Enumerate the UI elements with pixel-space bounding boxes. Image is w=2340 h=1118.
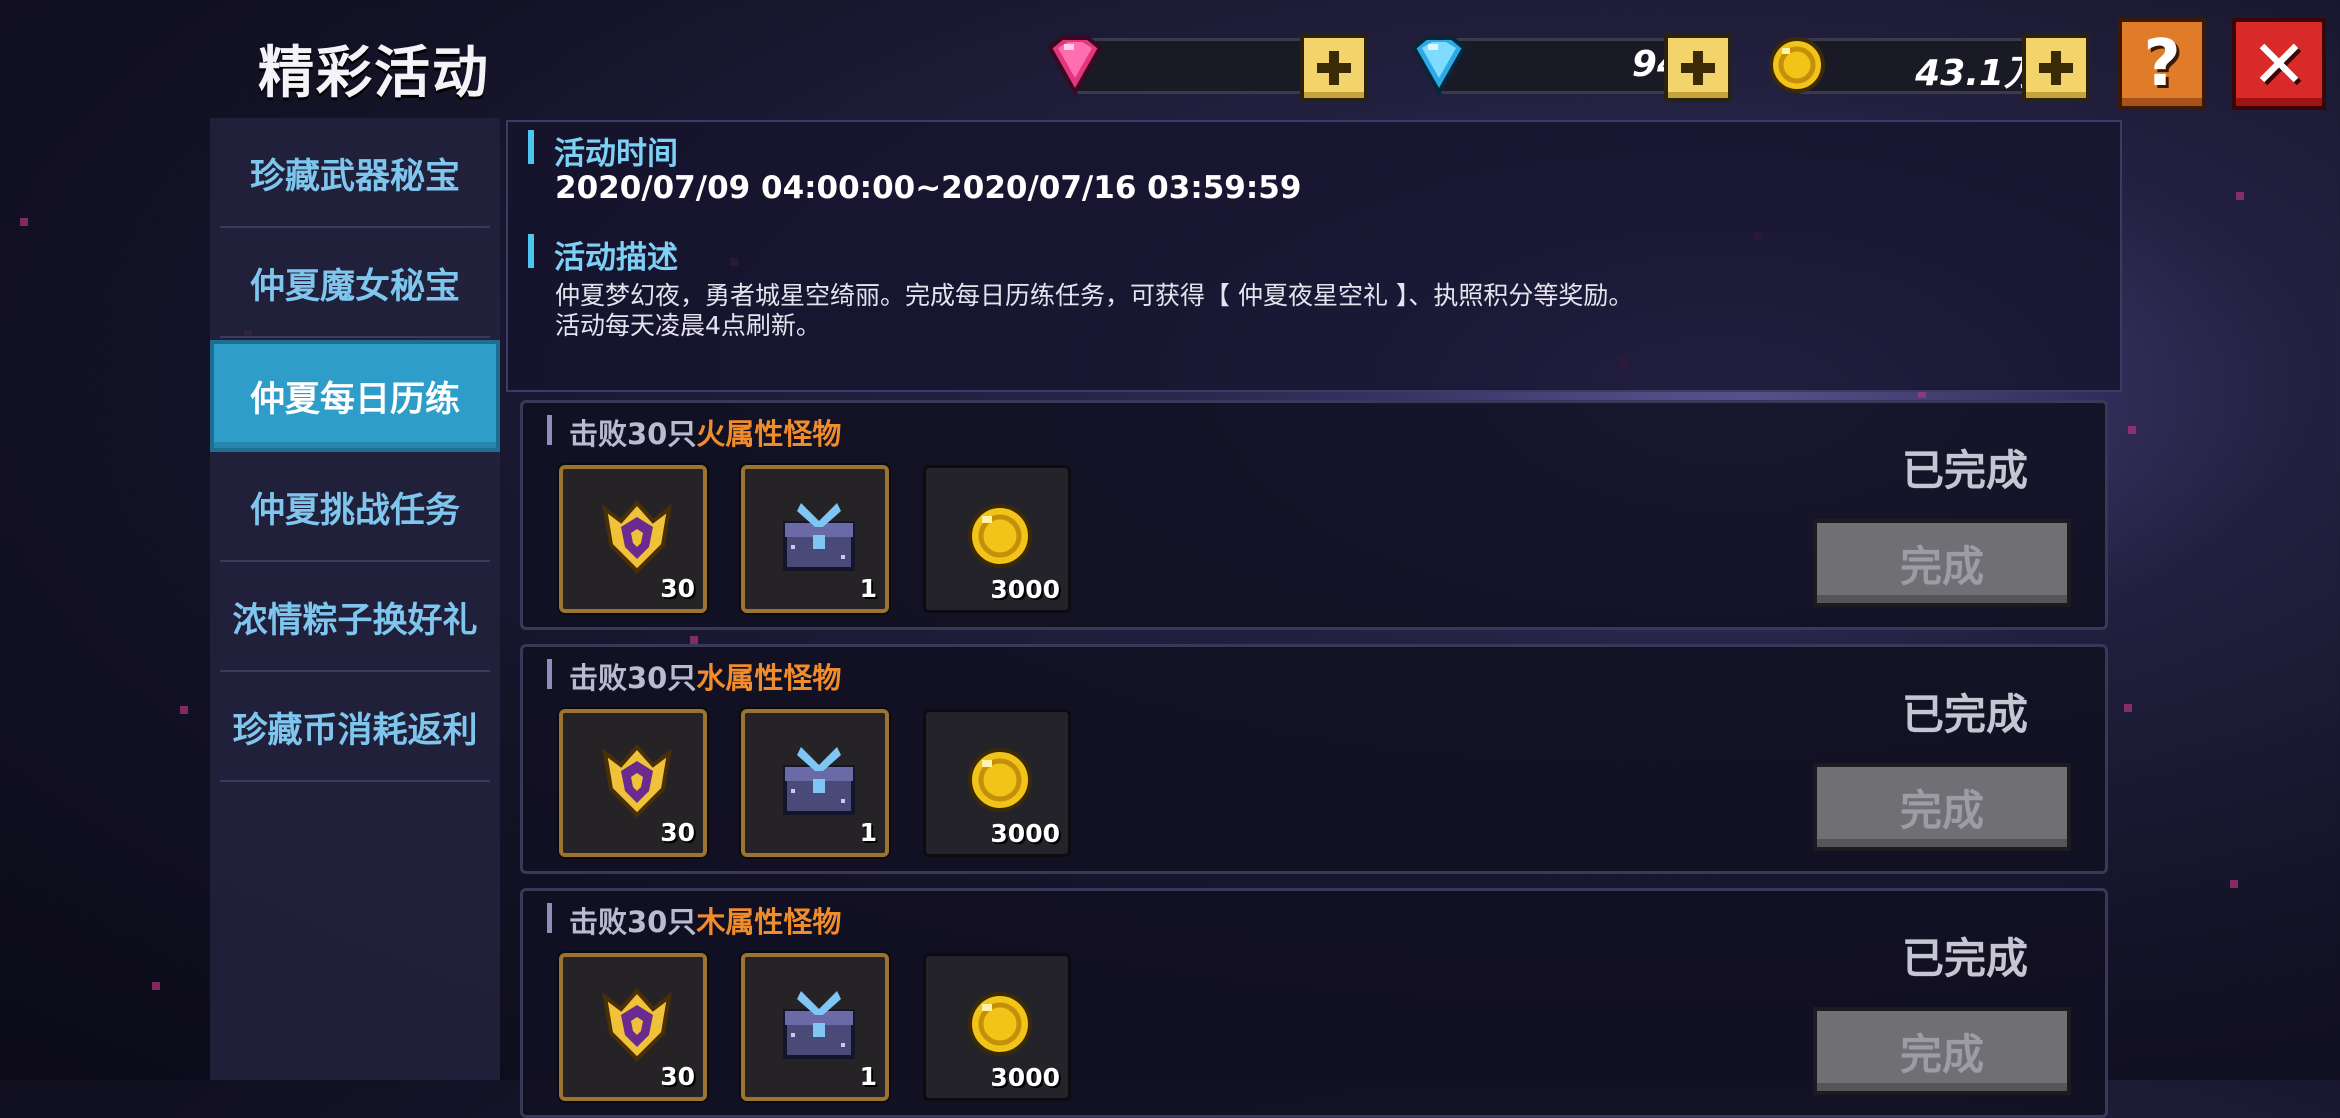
pink-gem-add-button[interactable] [1300,34,1368,102]
reward-slot[interactable]: 30 [559,953,707,1101]
sidebar-item-witch-treasure[interactable]: 仲夏魔女秘宝 [210,228,500,338]
sidebar-item-zongzi-exchange[interactable]: 浓情粽子换好礼 [210,562,500,672]
page-title: 精彩活动 [258,41,490,106]
gold-add-button[interactable] [2022,34,2090,102]
task-status: 已完成 [1901,934,2028,983]
reward-slot[interactable]: 1 [741,709,889,857]
reward-slot[interactable]: 30 [559,465,707,613]
reward-slot[interactable]: 30 [559,709,707,857]
reward-quantity: 1 [859,1062,877,1091]
gold-coin-icon [1769,37,1825,93]
task-title: 击败30只木属性怪物 [569,899,841,941]
reward-slot[interactable]: 3000 [923,465,1071,613]
blue-diamond-icon [1411,36,1467,96]
sidebar-item-challenge-tasks[interactable]: 仲夏挑战任务 [210,452,500,562]
sidebar-item-label: 浓情粽子换好礼 [232,600,478,641]
task-card: 击败30只火属性怪物 30 1 3000 已完成 完成 [520,400,2108,630]
section-marker [528,234,534,268]
reward-quantity: 30 [660,818,695,847]
help-button[interactable]: ? [2118,18,2206,110]
task-target: 木属性怪物 [696,905,842,939]
reward-quantity: 30 [660,1062,695,1091]
task-status: 已完成 [1901,690,2028,739]
shield-badge-icon [602,743,672,818]
task-prefix: 击败30只 [569,661,697,695]
gold-counter: 43.1万 [1766,34,2090,102]
blue-gem-value: 94 [1631,44,1682,85]
task-card: 击败30只水属性怪物 30 1 3000 已完成 完成 [520,644,2108,874]
sidebar-item-label: 仲夏每日历练 [249,379,460,420]
close-button[interactable]: ✕ [2232,18,2326,110]
gold-coin-icon [968,504,1032,568]
sidebar-item-label: 珍藏武器秘宝 [249,156,460,197]
reward-quantity: 3000 [990,1063,1060,1092]
gold-coin-icon [968,992,1032,1056]
task-prefix: 击败30只 [569,417,697,451]
reward-quantity: 1 [859,818,877,847]
reward-slot[interactable]: 3000 [923,953,1071,1101]
sidebar-item-label: 仲夏挑战任务 [249,490,460,531]
star-chest-icon [783,747,855,815]
shield-badge-icon [602,499,672,574]
gold-coin-icon [968,748,1032,812]
task-marker [547,659,552,689]
pink-gem-counter: 0 [1044,34,1368,102]
complete-button[interactable]: 完成 [1813,763,2071,851]
event-description-panel: 活动时间 2020/07/09 04:00:00~2020/07/16 03:5… [506,120,2122,392]
sidebar-item-daily-training[interactable]: 仲夏每日历练 [210,340,500,452]
shield-badge-icon [602,987,672,1062]
sidebar: 珍藏武器秘宝 仲夏魔女秘宝 仲夏每日历练 仲夏挑战任务 浓情粽子换好礼 珍藏币消… [210,118,500,1080]
reward-slot[interactable]: 1 [741,953,889,1101]
task-marker [547,903,552,933]
task-target: 水属性怪物 [696,661,842,695]
sidebar-item-label: 仲夏魔女秘宝 [249,266,460,307]
blue-gem-add-button[interactable] [1664,34,1732,102]
blue-gem-counter: 94 [1408,34,1732,102]
reward-quantity: 30 [660,574,695,603]
divider [220,336,490,338]
task-target: 火属性怪物 [696,417,842,451]
reward-slot[interactable]: 1 [741,465,889,613]
pink-diamond-icon [1047,36,1103,96]
task-marker [547,415,552,445]
sidebar-item-weapon-treasure[interactable]: 珍藏武器秘宝 [210,118,500,228]
event-time-label: 活动时间 [554,136,678,172]
section-marker [528,130,534,164]
event-desc-label: 活动描述 [554,240,678,276]
reward-quantity: 1 [859,574,877,603]
reward-slot[interactable]: 3000 [923,709,1071,857]
sidebar-item-coin-rebate[interactable]: 珍藏币消耗返利 [210,672,500,782]
reward-quantity: 3000 [990,819,1060,848]
event-time-value: 2020/07/09 04:00:00~2020/07/16 03:59:59 [555,170,1302,206]
task-status: 已完成 [1901,446,2028,495]
pink-gem-value: 0 [1084,44,1328,85]
task-title: 击败30只水属性怪物 [569,655,841,697]
complete-button[interactable]: 完成 [1813,519,2071,607]
reward-quantity: 3000 [990,575,1060,604]
complete-button[interactable]: 完成 [1813,1007,2071,1095]
task-prefix: 击败30只 [569,905,697,939]
gold-value: 43.1万 [1915,53,2040,94]
task-card: 击败30只木属性怪物 30 1 3000 已完成 完成 [520,888,2108,1118]
divider [220,780,490,782]
star-chest-icon [783,503,855,571]
task-title: 击败30只火属性怪物 [569,411,841,453]
event-desc-line: 活动每天凌晨4点刷新。 [555,311,821,340]
star-chest-icon [783,991,855,1059]
sidebar-item-label: 珍藏币消耗返利 [232,710,478,751]
